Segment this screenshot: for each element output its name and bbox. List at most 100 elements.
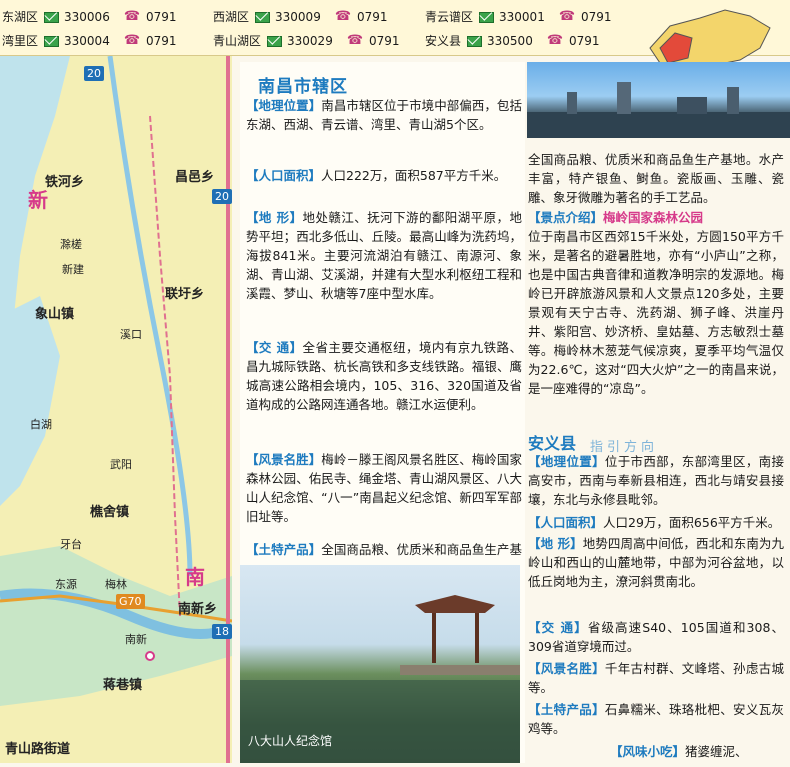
anyi-pop: 【人口面积】人口29万，面积656平方千米。	[528, 513, 784, 532]
phone-icon: ☎	[546, 33, 564, 48]
section-tag: 【地理位置】	[528, 454, 605, 469]
section-tag: 【风景名胜】	[528, 661, 605, 676]
district-name: 青山湖区	[213, 34, 262, 48]
map-small-label: 溪口	[120, 328, 142, 341]
nanchang-geo: 【地理位置】南昌市辖区位于市境中部偏西，包括东湖、西湖、青云谱、湾里、青山湖5个…	[246, 96, 522, 134]
anyi-terrain: 【地 形】地势四周高中间低，西北和东南为九岭山和西山的山麓地带，中部为河谷盆地，…	[528, 534, 784, 591]
postcode: 330029	[287, 34, 333, 48]
phone-icon: ☎	[558, 9, 576, 24]
map-road-badge: 20	[212, 189, 232, 204]
map-road-badge: 20	[84, 66, 104, 81]
district-name: 青云谱区	[425, 10, 474, 24]
phone-icon: ☎	[123, 33, 141, 48]
map-small-label: 新建	[62, 263, 84, 276]
code-entry: 东湖区 330006 ☎ 0791	[2, 9, 177, 25]
memorial-photo: 八大山人纪念馆	[240, 565, 520, 763]
postcode: 330001	[499, 10, 545, 24]
areacode: 0791	[369, 34, 400, 48]
map-small-label: 滁槎	[60, 238, 82, 251]
locator-map	[649, 9, 771, 69]
section-text: 人口29万，面积656平方千米。	[603, 515, 781, 530]
map-road-badge: G70	[116, 594, 145, 609]
district-name: 东湖区	[2, 10, 39, 24]
section-title: 安义县	[528, 434, 577, 453]
section-tag: 【人口面积】	[246, 168, 322, 183]
phone-icon: ☎	[123, 9, 141, 24]
section-tag: 【风味小吃】	[610, 744, 686, 759]
section-title: 南昌市辖区	[258, 77, 348, 97]
phone-icon: ☎	[334, 9, 352, 24]
district-name: 西湖区	[213, 10, 250, 24]
scenic-name: 梅岭国家森林公园	[603, 210, 704, 225]
code-entry: 湾里区 330004 ☎ 0791	[2, 33, 177, 49]
map-town-label: 象山镇	[35, 307, 75, 322]
map-town-label: 联圩乡	[165, 287, 205, 302]
section-tag: 【风景名胜】	[246, 452, 322, 467]
district-name: 安义县	[425, 34, 462, 48]
postcode-icon	[255, 11, 271, 23]
postcode-icon	[44, 35, 60, 47]
phone-icon: ☎	[346, 33, 364, 48]
map-graphic	[0, 56, 232, 763]
code-entry: 青山湖区 330029 ☎ 0791	[213, 33, 400, 49]
section-tag: 【土特产品】	[246, 542, 322, 557]
scenic-intro: 【景点介绍】梅岭国家森林公园 位于南昌市区西郊15千米处，方圆150平方千米，是…	[528, 208, 784, 398]
areacode: 0791	[146, 34, 177, 48]
section-tag: 【交 通】	[246, 340, 303, 355]
section-tag: 【地 形】	[246, 210, 303, 225]
postcode: 330009	[275, 10, 321, 24]
map-town-label: 青山路街道	[5, 742, 71, 757]
anyi-scenery: 【风景名胜】千年古村群、文峰塔、孙虑古城等。	[528, 659, 784, 697]
anyi-products: 【土特产品】石鼻糯米、珠珞枇杷、安义瓦灰鸡等。	[528, 700, 784, 738]
photo-caption: 八大山人纪念馆	[248, 734, 333, 748]
map-road-badge: 18	[212, 624, 232, 639]
postcode-icon	[467, 35, 483, 47]
section-tag: 【土特产品】	[528, 702, 605, 717]
map-town-label: 樵舍镇	[90, 505, 130, 520]
section-tag: 【地 形】	[528, 536, 583, 551]
postcode: 330006	[64, 10, 110, 24]
map-town-label: 南新乡	[178, 602, 218, 617]
areacode: 0791	[357, 10, 388, 24]
section-tag: 【地理位置】	[246, 98, 322, 113]
anyi-geo: 【地理位置】位于市西部，东部湾里区，南接高安市，西南与奉新县相连，西北与靖安县接…	[528, 452, 784, 509]
nanchang-pop: 【人口面积】人口222万，面积587平方千米。	[246, 166, 522, 185]
code-entry: 青云谱区 330001 ☎ 0791	[425, 9, 612, 25]
nanchang-products-start: 【土特产品】全国商品粮、优质米和商品鱼生产基地。水产丰富，特产银鱼、鲥鱼。瓷版画…	[246, 540, 522, 562]
city-photo	[527, 62, 790, 138]
map-small-label: 东源	[55, 578, 77, 591]
map-small-label: 白湖	[30, 418, 52, 431]
code-entry: 西湖区 330009 ☎ 0791	[213, 9, 388, 25]
map-small-label: 牙台	[60, 538, 82, 551]
map-town-label: 铁河乡	[45, 175, 85, 190]
code-entry: 安义县 330500 ☎ 0791	[425, 33, 600, 49]
section-tag: 【交 通】	[528, 620, 588, 635]
map-small-label: 梅林	[105, 578, 127, 591]
map-town-label: 昌邑乡	[175, 170, 215, 185]
areacode: 0791	[569, 34, 600, 48]
region-map: 新 铁河乡 昌邑乡 象山镇 联圩乡 樵舍镇 蒋巷镇 南 南新乡 青山路街道 20…	[0, 56, 232, 763]
nanchang-products-cont: 全国商品粮、优质米和商品鱼生产基地。水产丰富，特产银鱼、鲥鱼。瓷版画、玉雕、瓷雕…	[528, 150, 784, 207]
areacode: 0791	[146, 10, 177, 24]
map-small-label: 武阳	[110, 458, 132, 471]
map-label: 南	[185, 565, 205, 589]
section-text: 位于南昌市区西郊15千米处，方圆150平方千米，是著名的避暑胜地，亦有“小庐山”…	[528, 229, 784, 396]
section-text: 猪婆缠泥、	[685, 744, 748, 759]
skyline-illustration	[527, 82, 790, 138]
map-small-label: 南新	[125, 633, 147, 646]
postcode-icon	[479, 11, 495, 23]
postcode-icon	[44, 11, 60, 23]
anyi-snacks: 【风味小吃】猪婆缠泥、	[610, 742, 786, 762]
postcode: 330500	[487, 34, 533, 48]
district-name: 湾里区	[2, 34, 39, 48]
map-town-label: 蒋巷镇	[103, 678, 143, 693]
section-tag: 【景点介绍】	[528, 210, 604, 225]
nanchang-scenery: 【风景名胜】梅岭－滕王阁风景名胜区、梅岭国家森林公园、佑民寺、绳金塔、青山湖风景…	[246, 450, 522, 526]
areacode: 0791	[581, 10, 612, 24]
postcode: 330004	[64, 34, 110, 48]
postcode-icon	[267, 35, 283, 47]
section-tag: 【人口面积】	[528, 515, 604, 530]
nanchang-transport: 【交 通】全省主要交通枢纽，境内有京九铁路、昌九城际铁路、杭长高铁和多支线铁路。…	[246, 338, 522, 414]
section-text: 全国商品粮、优质米和商品鱼生产基地。水产丰富，特产银鱼、鲥鱼。瓷版画、玉雕、瓷雕…	[528, 152, 784, 205]
nanchang-terrain: 【地 形】地处赣江、抚河下游的鄱阳湖平原，地势平坦；西北多低山、丘陵。最高山峰为…	[246, 208, 522, 303]
